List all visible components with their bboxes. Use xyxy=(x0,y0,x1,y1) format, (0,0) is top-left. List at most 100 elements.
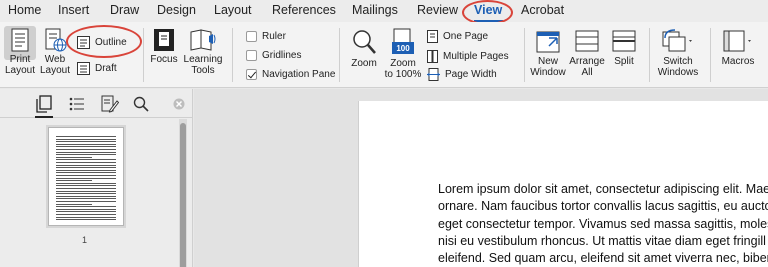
thumbnails-icon xyxy=(36,95,52,113)
tab-draw[interactable]: Draw xyxy=(110,3,139,17)
ribbon-tab-bar: Home Insert Draw Design Layout Reference… xyxy=(0,0,768,22)
navigation-pane-label: Navigation Pane xyxy=(262,69,336,80)
scrollbar-thumb[interactable] xyxy=(180,123,186,267)
navigation-pane-tabs xyxy=(0,89,193,118)
thumbnail-text-line xyxy=(56,177,116,179)
thumbnail-text-line xyxy=(56,206,116,208)
new-window-icon xyxy=(536,31,560,53)
tab-review[interactable]: Review xyxy=(417,3,458,17)
outline-highlight-circle xyxy=(66,25,142,58)
tab-home[interactable]: Home xyxy=(8,3,41,17)
gridlines-label: Gridlines xyxy=(262,50,302,61)
tab-acrobat[interactable]: Acrobat xyxy=(521,3,564,17)
document-line: nisi eu vestibulum rhoncus. Ut mattis vi… xyxy=(438,233,766,248)
thumbnail-text-line xyxy=(56,208,116,210)
page-number: 1 xyxy=(82,235,88,245)
focus-label: Focus xyxy=(150,54,178,65)
thumbnail-text-line xyxy=(56,167,116,169)
document-line: eleifend. Sed quam arcu, eleifend sit am… xyxy=(438,251,768,266)
thumbnail-text-line xyxy=(56,216,116,218)
web-layout-button[interactable]: Web Layout xyxy=(38,28,72,76)
ribbon-separator xyxy=(524,28,525,82)
thumbnail-text-line xyxy=(56,141,116,143)
ruler-checkbox[interactable]: Ruler xyxy=(246,31,286,42)
page-width-icon xyxy=(427,68,440,81)
document-line: Lorem ipsum dolor sit amet, consectetur … xyxy=(438,182,768,196)
page-width-button[interactable]: Page Width xyxy=(427,68,497,81)
ribbon-separator xyxy=(710,28,711,82)
document-line: eget consectetur tempor. Vivamus sed mas… xyxy=(438,216,768,231)
ruler-check-box[interactable] xyxy=(246,31,257,42)
thumbnail-text-line xyxy=(56,154,116,156)
thumbnail-text-line xyxy=(56,149,116,150)
one-page-icon xyxy=(427,30,438,43)
thumbnail-text-line xyxy=(56,169,116,171)
one-page-button[interactable]: One Page xyxy=(427,30,488,43)
thumbnail-text-line xyxy=(56,198,116,200)
thumbnail-text-line xyxy=(56,162,116,163)
thumbnail-text-line xyxy=(56,164,116,166)
focus-icon xyxy=(154,29,174,51)
thumbnail-text-line xyxy=(56,185,116,187)
thumbnail-text-line xyxy=(56,219,116,221)
edit-tab[interactable] xyxy=(99,94,121,114)
new-window-label: New Window xyxy=(530,56,566,78)
close-pane-button[interactable] xyxy=(168,94,190,114)
zoom-to-100-button[interactable]: 100 Zoom to 100% xyxy=(382,28,424,80)
navigation-pane-check-box[interactable] xyxy=(246,69,257,80)
page-thumbnail[interactable] xyxy=(48,127,124,226)
arrange-all-label: Arrange All xyxy=(569,56,605,78)
thumbnail-text-line xyxy=(56,188,116,189)
page-width-label: Page Width xyxy=(445,69,497,80)
thumbnails-tab[interactable] xyxy=(33,94,55,118)
navigation-pane-scrollbar[interactable] xyxy=(179,119,187,267)
web-layout-icon xyxy=(45,28,67,52)
print-layout-label: Print Layout xyxy=(4,54,36,76)
draft-button[interactable]: Draft xyxy=(77,62,117,75)
macros-button[interactable]: Macros xyxy=(716,28,760,67)
tab-design[interactable]: Design xyxy=(157,3,196,17)
arrange-all-button[interactable]: Arrange All xyxy=(568,28,606,78)
list-icon xyxy=(69,97,84,111)
split-icon xyxy=(612,30,636,52)
zoom-button[interactable]: Zoom xyxy=(348,28,380,69)
ribbon-separator xyxy=(143,28,144,82)
draft-icon xyxy=(77,62,90,75)
switch-windows-button[interactable]: Switch Windows xyxy=(655,28,701,78)
split-button[interactable]: Split xyxy=(607,28,641,67)
learning-tools-button[interactable]: Learning Tools xyxy=(183,28,223,76)
new-window-button[interactable]: New Window xyxy=(528,28,568,78)
switch-windows-label: Switch Windows xyxy=(657,56,699,78)
thumbnail-text-line xyxy=(56,190,116,192)
tab-mailings[interactable]: Mailings xyxy=(352,3,398,17)
draft-label: Draft xyxy=(95,63,117,74)
thumbnail-text-line xyxy=(56,151,116,153)
multiple-pages-icon xyxy=(427,50,438,63)
headings-tab[interactable] xyxy=(66,94,88,114)
tab-insert[interactable]: Insert xyxy=(58,3,89,17)
focus-button[interactable]: Focus xyxy=(147,28,181,65)
zoom-label: Zoom xyxy=(351,58,377,69)
search-tab[interactable] xyxy=(130,94,152,114)
document-body-text[interactable]: Lorem ipsum dolor sit amet, consectetur … xyxy=(438,181,768,267)
thumbnail-text-line xyxy=(56,156,92,158)
navigation-pane-checkbox[interactable]: Navigation Pane xyxy=(246,69,335,80)
gridlines-check-box[interactable] xyxy=(246,50,257,61)
print-layout-button[interactable]: Print Layout xyxy=(4,28,36,76)
thumbnail-text-line xyxy=(56,203,92,205)
tab-layout[interactable]: Layout xyxy=(214,3,252,17)
gridlines-checkbox[interactable]: Gridlines xyxy=(246,50,301,61)
multiple-pages-button[interactable]: Multiple Pages xyxy=(427,50,509,63)
switch-windows-icon xyxy=(662,29,692,52)
thumbnail-text-line xyxy=(56,201,116,202)
thumbnail-text-line xyxy=(56,175,116,176)
thumbnail-text-line xyxy=(56,159,116,161)
print-layout-icon xyxy=(11,28,29,52)
zoom-100-badge: 100 xyxy=(396,44,410,53)
close-icon xyxy=(173,98,185,110)
web-layout-label: Web Layout xyxy=(39,54,71,76)
tab-references[interactable]: References xyxy=(272,3,336,17)
zoom-100-icon: 100 xyxy=(390,28,416,56)
thumbnail-text-line xyxy=(56,180,92,182)
thumbnail-text-line xyxy=(56,211,116,213)
